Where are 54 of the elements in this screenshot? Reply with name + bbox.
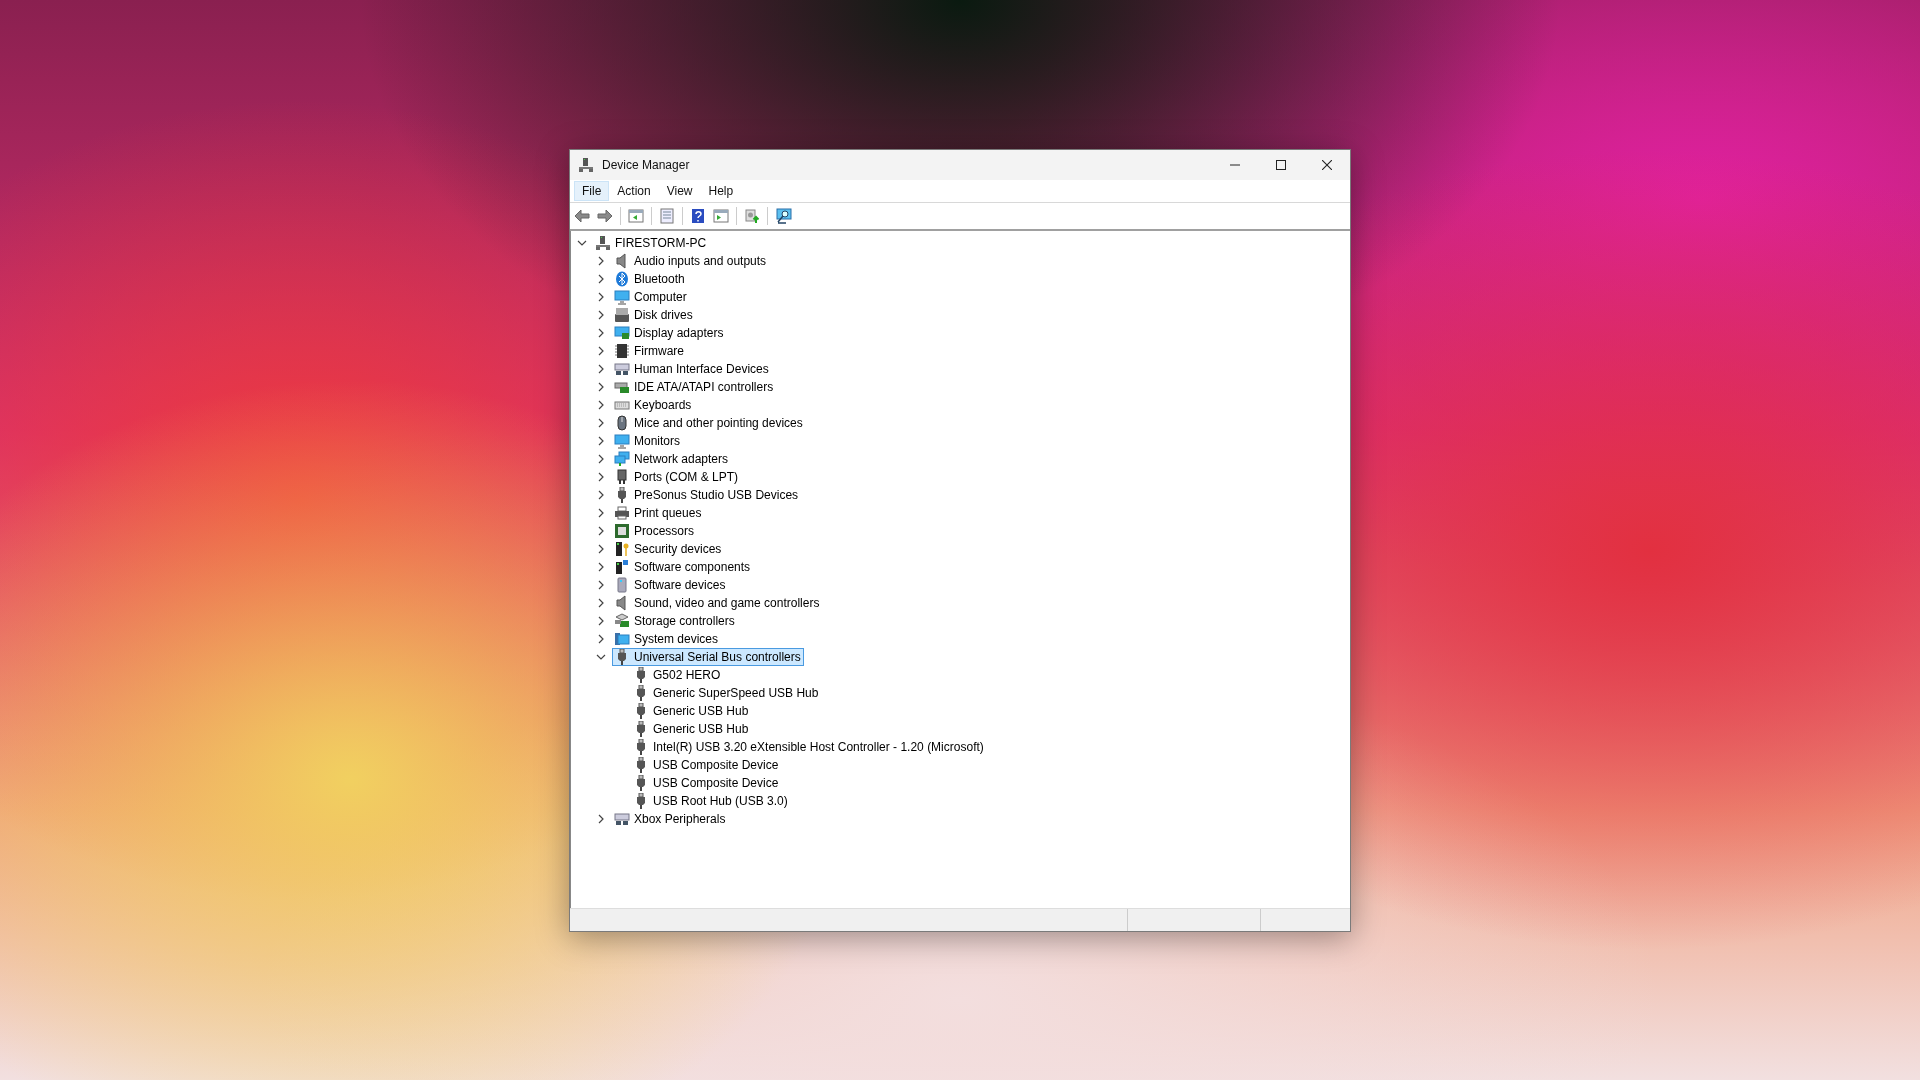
tree-item[interactable]: Generic USB Hub xyxy=(631,701,752,720)
chip-icon xyxy=(614,342,630,359)
network-icon xyxy=(614,450,630,467)
scan-hardware-button[interactable] xyxy=(773,205,795,226)
tree-item[interactable]: Intel(R) USB 3.20 eXtensible Host Controller - 1.20 (Microsoft) xyxy=(631,737,987,756)
printer-icon xyxy=(614,504,630,521)
tree-item[interactable]: Disk drives xyxy=(612,305,696,324)
menu-item[interactable]: File xyxy=(574,180,610,201)
tree-item[interactable]: Monitors xyxy=(612,431,683,450)
tree-item[interactable]: G502 HERO xyxy=(631,665,724,684)
tree-item[interactable]: Audio inputs and outputs xyxy=(612,251,770,270)
tree-item[interactable]: IDE ATA/ATAPI controllers xyxy=(612,377,777,396)
tree-item[interactable]: Generic USB Hub xyxy=(631,719,752,738)
tree-item[interactable]: Processors xyxy=(612,521,698,540)
cpu-icon xyxy=(614,522,630,539)
tree-item[interactable]: Software components xyxy=(612,557,754,576)
tree-item[interactable]: PreSonus Studio USB Devices xyxy=(612,485,802,504)
monitor-icon xyxy=(614,288,630,305)
window-title: Device Manager xyxy=(602,157,691,172)
port-icon xyxy=(614,468,630,485)
display-icon xyxy=(614,324,630,341)
maximize-icon xyxy=(1276,159,1286,170)
tree-item[interactable]: Network adapters xyxy=(612,449,732,468)
tree-item[interactable]: Storage controllers xyxy=(612,611,738,630)
tree-item[interactable]: Computer xyxy=(612,287,690,306)
tree-item[interactable]: USB Root Hub (USB 3.0) xyxy=(631,791,791,810)
tree-item[interactable]: Display adapters xyxy=(612,323,727,342)
tree-item[interactable]: Software devices xyxy=(612,575,729,594)
menu-item[interactable]: Action xyxy=(609,180,659,201)
tree-item[interactable]: Security devices xyxy=(612,539,725,558)
tree-item[interactable]: System devices xyxy=(612,629,722,648)
tree-item[interactable]: Bluetooth xyxy=(612,269,688,288)
drive-icon xyxy=(614,306,630,323)
tree-item[interactable]: Sound, video and game controllers xyxy=(612,593,823,612)
tree-item[interactable]: USB Composite Device xyxy=(631,755,782,774)
computer-icon xyxy=(595,234,611,251)
tree-item[interactable]: Universal Serial Bus controllers xyxy=(612,647,804,666)
tree-item[interactable]: Mice and other pointing devices xyxy=(612,413,806,432)
close-icon xyxy=(1322,159,1332,170)
bluetooth-icon xyxy=(614,270,630,287)
tree-item[interactable]: Generic SuperSpeed USB Hub xyxy=(631,683,822,702)
tree-item[interactable]: FIRESTORM-PC xyxy=(593,233,710,252)
tree-item[interactable]: Ports (COM & LPT) xyxy=(612,467,741,486)
computer-network-icon xyxy=(578,156,594,173)
menu-item[interactable]: Help xyxy=(700,180,742,201)
monitor-icon xyxy=(614,432,630,449)
tree-item[interactable]: USB Composite Device xyxy=(631,773,782,792)
tree-item[interactable]: Firmware xyxy=(612,341,687,360)
security-icon xyxy=(614,540,630,557)
tree-item[interactable]: Xbox Peripherals xyxy=(612,809,729,828)
menu-item[interactable]: View xyxy=(658,180,701,201)
tree-item[interactable]: Human Interface Devices xyxy=(612,359,772,378)
tree-item[interactable]: Keyboards xyxy=(612,395,695,414)
tree-item[interactable]: Print queues xyxy=(612,503,705,522)
